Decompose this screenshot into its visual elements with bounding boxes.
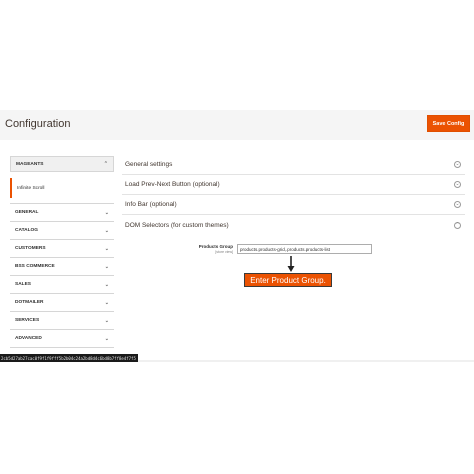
chevron-down-icon: ⌄	[104, 335, 109, 342]
sidebar-item-bss-commerce[interactable]: BSS COMMERCE ⌄	[10, 258, 114, 276]
store-view-scope: [store view]	[215, 250, 233, 254]
config-sidebar: MAGEANTS ⌃ Infinite Scroll GENERAL ⌄ CATA…	[10, 156, 114, 348]
sidebar-item-advanced[interactable]: ADVANCED ⌄	[10, 330, 114, 348]
sidebar-item-label: CATALOG	[15, 228, 39, 233]
expand-circle-icon[interactable]: ⌄	[454, 201, 461, 208]
section-title: Load Prev-Next Button (optional)	[125, 181, 220, 188]
sidebar-item-label: BSS COMMERCE	[15, 264, 55, 269]
sidebar-group-label: MAGEANTS	[16, 161, 44, 167]
sidebar-item-label: SALES	[15, 282, 31, 287]
config-sections: General settings ⌄ Load Prev-Next Button…	[122, 155, 465, 235]
sidebar-item-dotmailer[interactable]: DOTMAILER ⌄	[10, 294, 114, 312]
arrow-down-icon	[287, 256, 295, 272]
sidebar-group-list: GENERAL ⌄ CATALOG ⌄ CUSTOMERS ⌄ BSS COMMERC…	[10, 203, 114, 348]
products-group-label: Products Group	[198, 244, 233, 249]
top-blank-area	[0, 0, 474, 110]
collapse-circle-icon[interactable]: ⌃	[454, 221, 461, 229]
sidebar-item-catalog[interactable]: CATALOG ⌄	[10, 222, 114, 240]
sidebar-item-label: ADVANCED	[15, 336, 42, 341]
section-info-bar[interactable]: Info Bar (optional) ⌄	[122, 195, 465, 215]
sidebar-item-general[interactable]: GENERAL ⌄	[10, 204, 114, 222]
section-load-prev-next[interactable]: Load Prev-Next Button (optional) ⌄	[122, 175, 465, 195]
sidebar-group-mageants[interactable]: MAGEANTS ⌃	[10, 156, 114, 172]
chevron-down-icon: ⌄	[104, 209, 109, 216]
sidebar-item-label: GENERAL	[15, 210, 39, 215]
chevron-down-icon: ⌄	[104, 317, 109, 324]
status-bar: 2cb5d27ab27cac0f9f1f9fff5b2b04c24a2bd8d4…	[0, 354, 138, 362]
products-group-input[interactable]: products.products-grid,.products.product…	[237, 244, 372, 254]
section-title: DOM Selectors (for custom themes)	[125, 221, 229, 229]
sidebar-item-services[interactable]: SERVICES ⌄	[10, 312, 114, 330]
sidebar-item-label: CUSTOMERS	[15, 246, 46, 251]
chevron-down-icon: ⌄	[104, 281, 109, 288]
chevron-down-icon: ⌄	[104, 227, 109, 234]
sidebar-item-label: DOTMAILER	[15, 300, 44, 305]
divider	[138, 360, 474, 362]
expand-circle-icon[interactable]: ⌄	[454, 161, 461, 168]
chevron-down-icon: ⌄	[104, 263, 109, 270]
chevron-down-icon: ⌄	[104, 299, 109, 306]
section-dom-selectors[interactable]: DOM Selectors (for custom themes) ⌃	[122, 215, 465, 235]
section-title: General settings	[125, 161, 173, 168]
sidebar-item-infinite-scroll[interactable]: Infinite Scroll	[10, 178, 114, 198]
sidebar-item-sales[interactable]: SALES ⌄	[10, 276, 114, 294]
save-config-button[interactable]: Save Config	[427, 115, 470, 132]
sidebar-item-label: SERVICES	[15, 318, 40, 323]
section-general-settings[interactable]: General settings ⌄	[122, 155, 465, 175]
page-header	[0, 110, 474, 140]
instruction-callout: Enter Product Group.	[244, 273, 332, 287]
section-title: Info Bar (optional)	[125, 201, 177, 208]
expand-circle-icon[interactable]: ⌄	[454, 181, 461, 188]
chevron-down-icon: ⌄	[104, 245, 109, 252]
page-title: Configuration	[5, 118, 71, 130]
sidebar-item-customers[interactable]: CUSTOMERS ⌄	[10, 240, 114, 258]
chevron-up-icon: ⌃	[103, 161, 108, 167]
